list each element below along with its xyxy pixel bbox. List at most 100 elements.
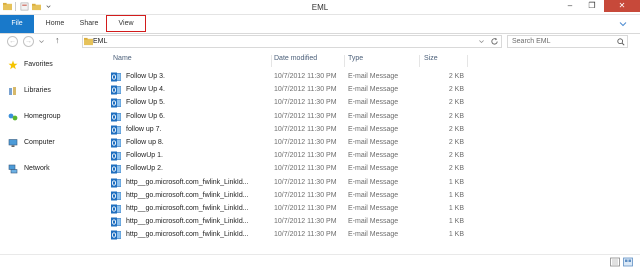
outlook-message-icon xyxy=(111,164,121,174)
column-separator[interactable] xyxy=(344,55,345,67)
library-icon xyxy=(9,87,16,95)
computer-icon xyxy=(8,139,18,147)
file-type: E-mail Message xyxy=(348,73,399,80)
file-size: 2 KB xyxy=(448,99,464,107)
column-separator[interactable] xyxy=(419,55,420,67)
file-size: 1 KB xyxy=(448,218,464,226)
address-path: EML xyxy=(93,38,108,45)
navigation-bar: ← → ↑ EML Search EML xyxy=(0,34,640,50)
file-row[interactable]: Follow Up 3. 10/7/2012 11:30 PM E-mail Mes… xyxy=(104,71,624,83)
file-row[interactable]: Follow Up 5. 10/7/2012 11:30 PM E-mail Mes… xyxy=(104,97,624,109)
tab-view[interactable]: View xyxy=(106,15,146,32)
file-name: http__go.microsoft.com_fwlink_LinkId... xyxy=(126,231,249,239)
file-size: 2 KB xyxy=(448,86,464,94)
network-icon xyxy=(8,164,18,174)
file-name: Follow Up 6. xyxy=(126,112,165,120)
outlook-message-icon xyxy=(111,151,121,161)
nav-computer-label: Computer xyxy=(24,139,55,146)
file-date-modified: 10/7/2012 11:30 PM xyxy=(274,165,337,173)
tab-share[interactable]: Share xyxy=(74,15,104,33)
file-size: 1 KB xyxy=(448,178,464,186)
file-type: E-mail Message xyxy=(348,86,399,94)
file-row[interactable]: FollowUp 2. 10/7/2012 11:30 PM E-mail Mess… xyxy=(104,163,624,175)
file-row[interactable]: Follow Up 4. 10/7/2012 11:30 PM E-mail Mes… xyxy=(104,84,624,96)
file-name: follow up 7. xyxy=(126,125,162,133)
file-row[interactable]: follow up 7. 10/7/2012 11:30 PM E-mail Mes… xyxy=(104,124,624,136)
file-size: 1 KB xyxy=(448,191,464,199)
file-row[interactable]: FollowUp 1. 10/7/2012 11:30 PM E-mail Mess… xyxy=(104,150,624,162)
forward-button[interactable]: → xyxy=(23,36,34,47)
file-type: E-mail Message xyxy=(348,152,399,160)
outlook-message-icon xyxy=(111,112,121,122)
close-button[interactable]: ✕ xyxy=(604,0,640,12)
file-type: E-mail Message xyxy=(348,125,399,133)
file-type: E-mail Message xyxy=(348,99,399,107)
address-bar[interactable]: EML xyxy=(82,35,502,48)
nav-homegroup-label: Homegroup xyxy=(24,113,61,120)
folder-icon xyxy=(84,37,93,46)
file-row[interactable]: Follow up 8. 10/7/2012 11:30 PM E-mail Mes… xyxy=(104,137,624,149)
file-size: 2 KB xyxy=(448,165,464,173)
outlook-message-icon xyxy=(111,138,121,148)
window-title: EML xyxy=(311,3,329,12)
file-date-modified: 10/7/2012 11:30 PM xyxy=(274,139,337,146)
search-icon[interactable] xyxy=(617,38,625,46)
file-name: http__go.microsoft.com_fwlink_LinkId... xyxy=(126,218,249,226)
outlook-message-icon xyxy=(111,191,121,201)
view-toggle-icons[interactable] xyxy=(610,257,634,267)
title-bar: EML – ❐ ✕ xyxy=(0,0,640,15)
file-name: FollowUp 2. xyxy=(126,165,163,173)
nav-favorites-label: Favorites xyxy=(24,61,53,68)
file-type: E-mail Message xyxy=(348,218,399,226)
column-header-type[interactable]: Type xyxy=(348,55,363,62)
file-row[interactable]: http__go.microsoft.com_fwlink_LinkId... 1… xyxy=(104,177,624,189)
maximize-button[interactable]: ❐ xyxy=(581,0,603,12)
column-header-name[interactable]: Name xyxy=(113,55,132,62)
file-name: Follow up 8. xyxy=(126,139,164,146)
file-type: E-mail Message xyxy=(348,231,399,239)
column-separator[interactable] xyxy=(271,55,272,67)
column-header-size[interactable]: Size xyxy=(424,55,438,62)
outlook-message-icon xyxy=(111,85,121,95)
status-bar xyxy=(0,254,640,270)
chevron-down-icon[interactable] xyxy=(618,19,628,29)
file-type: E-mail Message xyxy=(348,139,399,146)
navigation-pane: Favorites Libraries Homegroup Computer N… xyxy=(0,52,104,252)
file-row[interactable]: http__go.microsoft.com_fwlink_LinkId... 1… xyxy=(104,216,624,228)
file-name: http__go.microsoft.com_fwlink_LinkId... xyxy=(126,191,249,199)
file-date-modified: 10/7/2012 11:30 PM xyxy=(274,73,337,80)
tab-file[interactable]: File xyxy=(0,15,34,33)
recent-locations-icon[interactable] xyxy=(38,38,45,45)
outlook-message-icon xyxy=(111,125,121,135)
file-type: E-mail Message xyxy=(348,205,399,212)
search-input[interactable]: Search EML xyxy=(507,35,628,48)
file-date-modified: 10/7/2012 11:30 PM xyxy=(274,86,337,94)
column-header-date[interactable]: Date modified xyxy=(274,55,317,62)
up-button[interactable]: ↑ xyxy=(55,35,60,45)
file-date-modified: 10/7/2012 11:30 PM xyxy=(274,125,337,133)
file-date-modified: 10/7/2012 11:30 PM xyxy=(274,178,337,186)
chevron-down-icon[interactable] xyxy=(478,38,485,45)
file-date-modified: 10/7/2012 11:30 PM xyxy=(274,218,337,226)
outlook-message-icon xyxy=(111,217,121,227)
star-icon xyxy=(8,60,18,70)
back-button[interactable]: ← xyxy=(7,36,18,47)
tab-home[interactable]: Home xyxy=(38,15,72,33)
nav-libraries-label: Libraries xyxy=(24,87,51,94)
search-placeholder: Search EML xyxy=(512,38,551,45)
column-headers: Name Date modified Type Size xyxy=(104,55,640,67)
file-date-modified: 10/7/2012 11:30 PM xyxy=(274,205,337,212)
column-separator[interactable] xyxy=(467,55,468,67)
refresh-icon[interactable] xyxy=(490,37,499,46)
file-row[interactable]: http__go.microsoft.com_fwlink_LinkId... 1… xyxy=(104,229,624,241)
minimize-button[interactable]: – xyxy=(559,0,581,12)
file-name: Follow Up 5. xyxy=(126,99,165,107)
file-row[interactable]: http__go.microsoft.com_fwlink_LinkId... 1… xyxy=(104,190,624,202)
file-row[interactable]: http__go.microsoft.com_fwlink_LinkId... 1… xyxy=(104,203,624,215)
file-date-modified: 10/7/2012 11:30 PM xyxy=(274,231,337,239)
file-name: http__go.microsoft.com_fwlink_LinkId... xyxy=(126,205,249,212)
file-row[interactable]: Follow Up 6. 10/7/2012 11:30 PM E-mail Mes… xyxy=(104,111,624,123)
file-type: E-mail Message xyxy=(348,191,399,199)
outlook-message-icon xyxy=(111,72,121,82)
homegroup-icon xyxy=(8,113,18,121)
